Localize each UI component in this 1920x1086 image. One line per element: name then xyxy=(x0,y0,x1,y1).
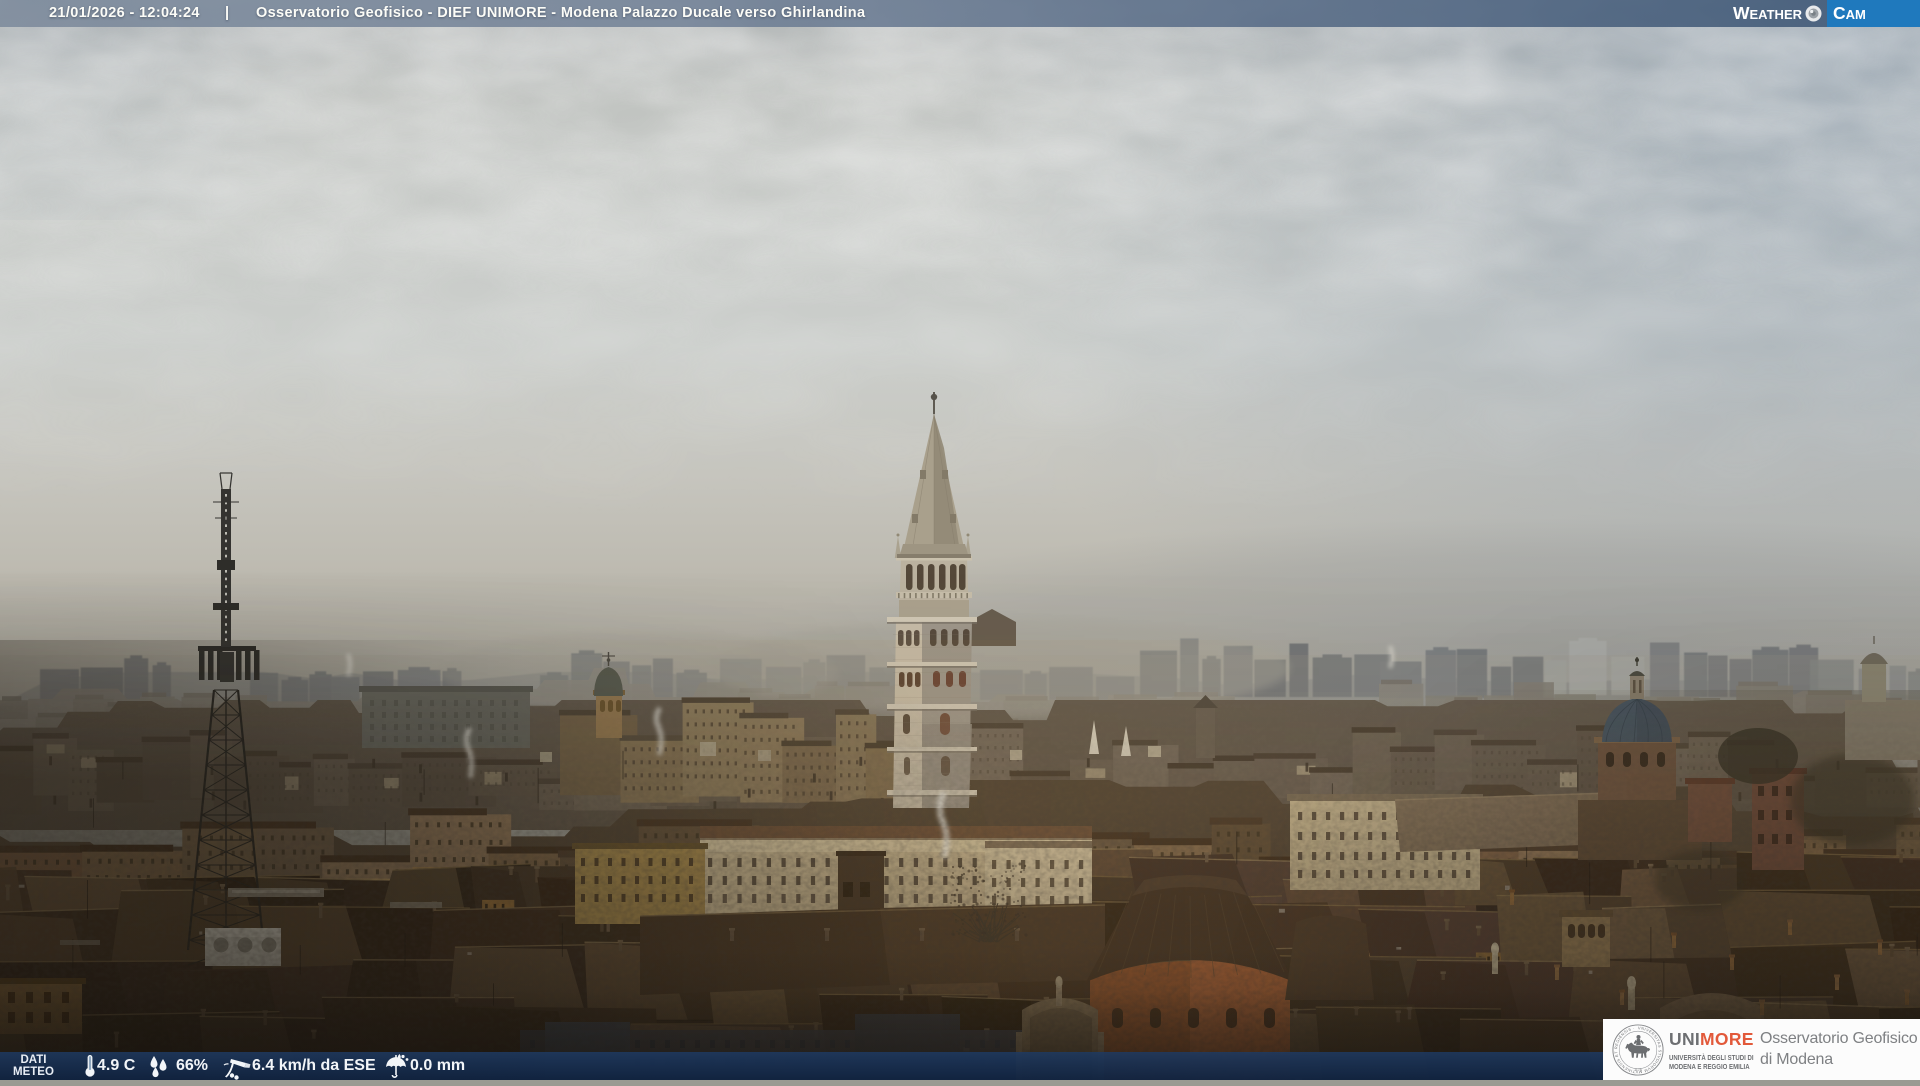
svg-text:1175: 1175 xyxy=(1634,1068,1642,1072)
